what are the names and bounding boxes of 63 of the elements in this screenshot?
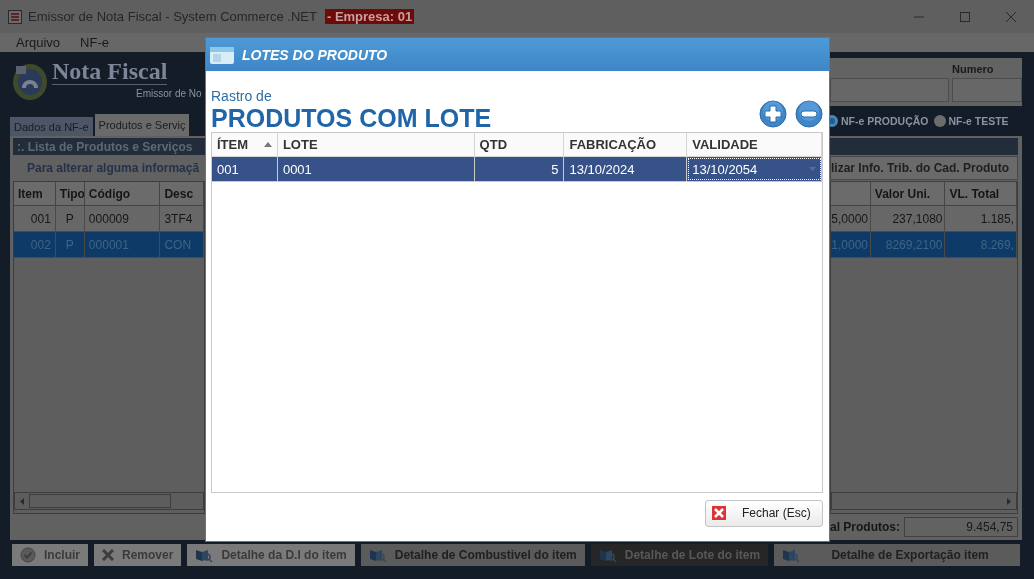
number-field[interactable] — [952, 78, 1022, 102]
scrollbar-thumb[interactable] — [29, 494, 171, 508]
total-label: al Produtos: — [830, 520, 900, 534]
column-header[interactable]: ÍTEM — [212, 133, 278, 157]
table-cell: 001 — [14, 206, 56, 232]
column-header[interactable]: QTD — [474, 133, 565, 157]
table-cell: 5 — [474, 157, 565, 181]
column-header[interactable] — [831, 182, 871, 206]
field-label: Numero — [952, 63, 995, 75]
tab[interactable]: Dados da NF-e — [10, 117, 93, 136]
column-header[interactable]: Código — [84, 182, 161, 206]
magnifier-icon — [368, 547, 387, 563]
radio-icon[interactable] — [933, 115, 946, 127]
column-header[interactable]: LOTE — [277, 133, 475, 157]
table-cell: 237,1080 — [871, 206, 946, 232]
window-icon — [210, 44, 234, 65]
column-header[interactable]: Item — [14, 182, 56, 206]
column-header[interactable]: FABRICAÇÃO — [564, 133, 688, 157]
close-dialog-button[interactable]: Fechar (Esc) — [705, 499, 823, 527]
update-button[interactable]: lizar Info. Trib. do Cad. Produto — [830, 156, 1018, 180]
column-header[interactable]: VALIDADE — [687, 133, 822, 157]
maximize-icon[interactable] — [960, 11, 970, 22]
dropdown-icon[interactable] — [809, 167, 816, 171]
table-cell: 3TF4 — [160, 206, 204, 232]
check-circle-icon — [20, 547, 36, 563]
column-header[interactable]: Desc — [160, 182, 204, 206]
menu-item[interactable]: Arquivo — [16, 35, 61, 50]
cross-icon — [102, 549, 114, 561]
close-icon — [712, 506, 726, 520]
column-header[interactable]: Valor Uni. — [870, 182, 946, 206]
table-cell: P — [55, 206, 85, 232]
menu-item[interactable]: NF-e — [80, 35, 109, 50]
column-header[interactable]: VL. Total — [945, 182, 1017, 206]
notice-text: Para alterar alguma informaçã — [26, 160, 201, 177]
app-icon — [8, 9, 22, 24]
column-header[interactable]: Tipo — [55, 182, 85, 206]
tab[interactable]: Produtos e Serviç — [94, 114, 190, 136]
dialog-title: LOTES DO PRODUTO — [242, 46, 388, 63]
table-cell: 000009 — [84, 206, 161, 232]
logo-subtitle: Emissor de No — [136, 88, 202, 99]
magnifier-icon — [782, 547, 801, 563]
logo-title: Nota Fiscal — [52, 58, 168, 85]
table-cell: 13/10/2054 — [687, 157, 822, 181]
table-cell: 1.185, — [945, 206, 1017, 232]
table-cell: 0001 — [277, 157, 475, 181]
window-title: Emissor de Nota Fiscal - System Commerce .NET — [28, 9, 317, 24]
input-field[interactable] — [830, 78, 949, 102]
company-badge: - Empresa: 01 — [324, 9, 415, 24]
table-cell: 5,0000 — [831, 206, 871, 232]
panel-header: :. Lista de Produtos e Serviços — [13, 138, 205, 155]
radio-option[interactable]: NF-e TESTE — [933, 115, 1009, 127]
add-button[interactable] — [759, 100, 787, 128]
remove-button[interactable] — [795, 100, 823, 128]
magnifier-icon — [598, 547, 617, 563]
dialog-subtitle: Rastro de — [211, 88, 273, 104]
action-button[interactable]: Detalhe de Combustivel do item — [360, 544, 585, 566]
table-cell: 001 — [212, 157, 278, 181]
dialog-heading: PRODUTOS COM LOTE — [211, 104, 492, 132]
magnifier-icon — [195, 547, 214, 563]
action-button[interactable]: Detalhe de Exportação item — [774, 544, 1020, 566]
close-icon[interactable] — [1006, 11, 1016, 22]
total-field: 9.454,75 — [904, 517, 1018, 537]
table-cell: 13/10/2024 — [564, 157, 688, 181]
